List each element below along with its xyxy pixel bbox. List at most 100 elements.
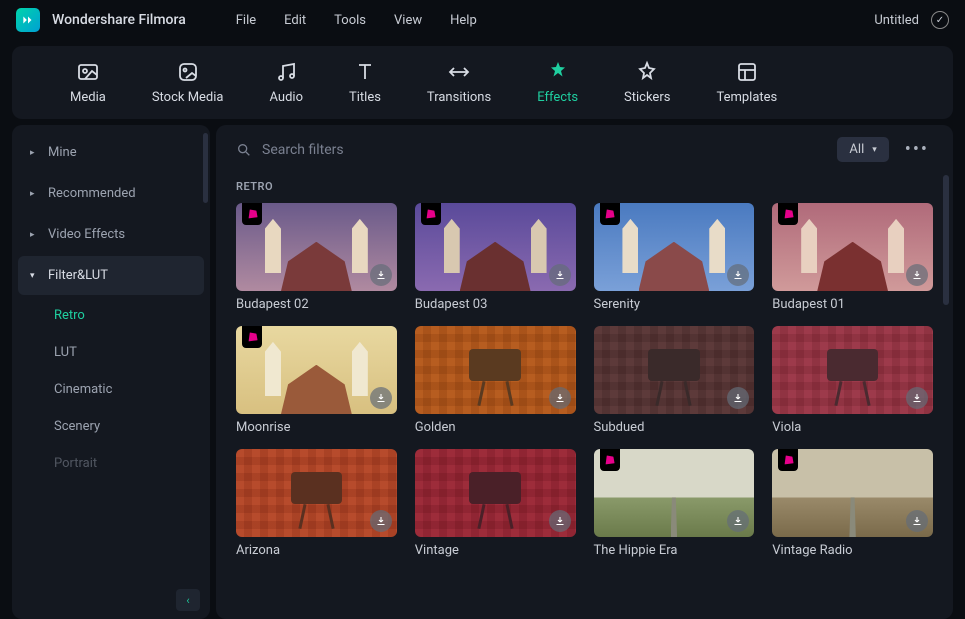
download-button[interactable]	[370, 264, 392, 286]
content-panel: Search filters All ▾ ••• RETRO Budapest …	[216, 125, 953, 619]
effect-thumbnail[interactable]	[772, 203, 933, 291]
premium-gem-icon	[778, 449, 798, 471]
titlebar: Wondershare Filmora File Edit Tools View…	[0, 0, 965, 40]
sidebar-collapse-button[interactable]: ‹	[176, 589, 200, 611]
effect-thumbnail[interactable]	[236, 326, 397, 414]
templates-icon	[735, 60, 759, 84]
effect-label: Arizona	[236, 543, 397, 558]
menu-view[interactable]: View	[394, 13, 422, 28]
download-button[interactable]	[549, 387, 571, 409]
menu-bar: File Edit Tools View Help	[236, 13, 477, 28]
download-button[interactable]	[370, 510, 392, 532]
stickers-icon	[635, 60, 659, 84]
effect-card: Arizona	[236, 449, 397, 558]
tab-titles[interactable]: Titles	[349, 60, 381, 105]
effects-grid: Budapest 02 Budapest 03 Serenity Budapest 0…	[236, 203, 933, 558]
media-icon	[76, 60, 100, 84]
premium-gem-icon	[242, 326, 262, 348]
effect-thumbnail[interactable]	[236, 203, 397, 291]
effect-card: Vintage Radio	[772, 449, 933, 558]
app-name: Wondershare Filmora	[52, 12, 186, 28]
download-button[interactable]	[549, 510, 571, 532]
effect-card: Budapest 03	[415, 203, 576, 312]
sidebar-sub-portrait[interactable]: Portrait	[18, 445, 204, 482]
download-button[interactable]	[370, 387, 392, 409]
download-button[interactable]	[906, 387, 928, 409]
menu-tools[interactable]: Tools	[334, 13, 366, 28]
chevron-down-icon: ▾	[30, 271, 40, 281]
effect-thumbnail[interactable]	[594, 449, 755, 537]
sidebar-sub-retro[interactable]: Retro	[18, 297, 204, 334]
sidebar-item-mine[interactable]: ▸Mine	[18, 133, 204, 172]
sidebar-sub-lut[interactable]: LUT	[18, 334, 204, 371]
chevron-right-icon: ▸	[30, 189, 40, 199]
section-title: RETRO	[236, 180, 933, 193]
download-button[interactable]	[549, 264, 571, 286]
filter-dropdown[interactable]: All ▾	[837, 137, 888, 162]
sidebar-item-recommended[interactable]: ▸Recommended	[18, 174, 204, 213]
effect-card: Vintage	[415, 449, 576, 558]
effect-label: Budapest 02	[236, 297, 397, 312]
chevron-right-icon: ▸	[30, 148, 40, 158]
menu-edit[interactable]: Edit	[284, 13, 306, 28]
effect-label: Budapest 03	[415, 297, 576, 312]
titles-icon	[353, 60, 377, 84]
effect-thumbnail[interactable]	[415, 326, 576, 414]
sidebar-item-video-effects[interactable]: ▸Video Effects	[18, 215, 204, 254]
effect-thumbnail[interactable]	[594, 326, 755, 414]
premium-gem-icon	[778, 203, 798, 225]
audio-icon	[274, 60, 298, 84]
sidebar: ▸Mine ▸Recommended ▸Video Effects ▾Filte…	[12, 125, 210, 619]
effect-label: Subdued	[594, 420, 755, 435]
search-icon	[236, 142, 252, 158]
effect-thumbnail[interactable]	[772, 449, 933, 537]
tab-stock-media[interactable]: Stock Media	[152, 60, 224, 105]
menu-help[interactable]: Help	[450, 13, 477, 28]
effect-label: Viola	[772, 420, 933, 435]
download-button[interactable]	[906, 510, 928, 532]
effect-thumbnail[interactable]	[594, 203, 755, 291]
effect-label: The Hippie Era	[594, 543, 755, 558]
tab-media[interactable]: Media	[70, 60, 106, 105]
sidebar-sub-cinematic[interactable]: Cinematic	[18, 371, 204, 408]
tab-templates[interactable]: Templates	[716, 60, 777, 105]
effect-thumbnail[interactable]	[236, 449, 397, 537]
effect-label: Vintage	[415, 543, 576, 558]
effect-label: Golden	[415, 420, 576, 435]
chevron-down-icon: ▾	[872, 145, 877, 155]
menu-file[interactable]: File	[236, 13, 256, 28]
effect-card: The Hippie Era	[594, 449, 755, 558]
search-input[interactable]: Search filters	[236, 138, 825, 162]
document-title: Untitled	[874, 13, 919, 28]
premium-gem-icon	[600, 203, 620, 225]
app-logo-icon	[16, 8, 40, 32]
effect-card: Golden	[415, 326, 576, 435]
effect-thumbnail[interactable]	[415, 203, 576, 291]
sidebar-scrollbar[interactable]	[203, 133, 208, 203]
effect-card: Subdued	[594, 326, 755, 435]
tab-audio[interactable]: Audio	[270, 60, 303, 105]
effect-label: Budapest 01	[772, 297, 933, 312]
effects-icon	[546, 60, 570, 84]
premium-gem-icon	[421, 203, 441, 225]
effect-label: Moonrise	[236, 420, 397, 435]
effect-label: Serenity	[594, 297, 755, 312]
effect-card: Budapest 02	[236, 203, 397, 312]
premium-gem-icon	[600, 449, 620, 471]
tab-transitions[interactable]: Transitions	[427, 60, 491, 105]
save-status-icon[interactable]: ✓	[931, 11, 949, 29]
effect-thumbnail[interactable]	[415, 449, 576, 537]
tab-effects[interactable]: Effects	[537, 60, 578, 105]
stock-media-icon	[176, 60, 200, 84]
tab-stickers[interactable]: Stickers	[624, 60, 670, 105]
sidebar-item-filter-lut[interactable]: ▾Filter&LUT	[18, 256, 204, 295]
effect-thumbnail[interactable]	[772, 326, 933, 414]
more-options-button[interactable]: •••	[901, 139, 933, 160]
download-button[interactable]	[906, 264, 928, 286]
content-scrollbar[interactable]	[943, 175, 949, 305]
search-placeholder: Search filters	[262, 142, 344, 158]
effect-card: Moonrise	[236, 326, 397, 435]
sidebar-sub-scenery[interactable]: Scenery	[18, 408, 204, 445]
effect-card: Serenity	[594, 203, 755, 312]
effect-label: Vintage Radio	[772, 543, 933, 558]
